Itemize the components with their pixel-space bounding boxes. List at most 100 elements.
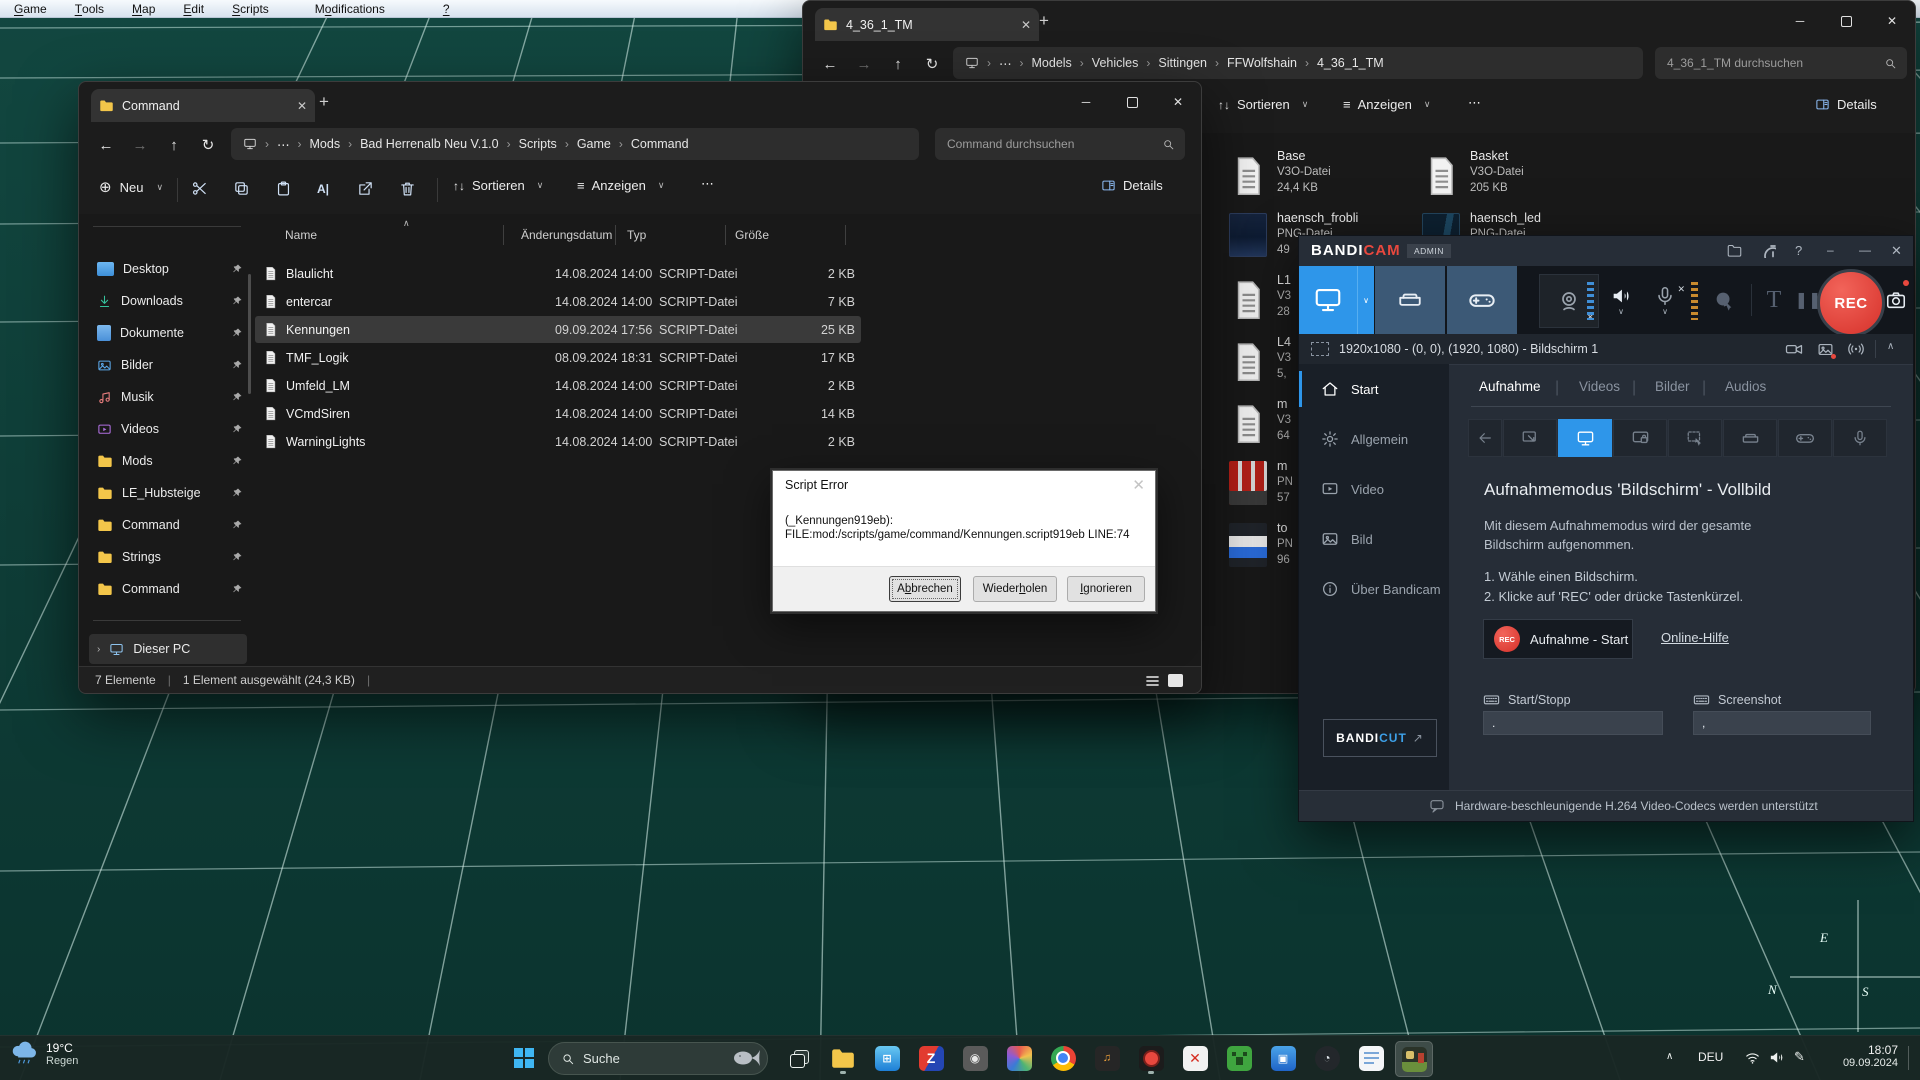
file-row-umfeld-lm[interactable]: Umfeld_LM 14.08.2024 14:00 SCRIPT-Datei … bbox=[255, 372, 861, 399]
sidebar-scrollbar[interactable] bbox=[248, 274, 251, 394]
breadcrumb-ellipsis[interactable]: ⋯ bbox=[277, 137, 290, 152]
menu-map[interactable]: Map bbox=[118, 0, 169, 17]
tab-bilder[interactable]: Bilder bbox=[1655, 379, 1690, 394]
video-capture-icon[interactable] bbox=[1785, 340, 1803, 358]
file-row-vcmdsiren[interactable]: VCmdSiren 14.08.2024 14:00 SCRIPT-Datei … bbox=[255, 400, 861, 427]
menu-scripts[interactable]: Scripts bbox=[218, 0, 283, 17]
search-box[interactable]: Suche bbox=[548, 1042, 768, 1075]
clock-widget[interactable]: 18:07 09.09.2024 bbox=[1824, 1043, 1898, 1069]
pen-icon[interactable]: ✎ bbox=[1794, 1049, 1805, 1065]
sidebar-item-dokumente[interactable]: Dokumente bbox=[89, 318, 247, 348]
sidebar-item-command[interactable]: Command bbox=[89, 510, 247, 540]
nav-bild[interactable]: Bild bbox=[1299, 519, 1449, 559]
delete-icon[interactable] bbox=[399, 180, 416, 197]
more-options-button[interactable]: ⋯ bbox=[701, 176, 714, 192]
rename-icon[interactable]: A| bbox=[317, 182, 329, 196]
mode-region-button[interactable] bbox=[1503, 419, 1557, 457]
close-icon[interactable]: ✕ bbox=[1891, 243, 1902, 259]
text-overlay-button[interactable]: T bbox=[1757, 266, 1791, 334]
mic-dropdown-chevron[interactable]: ∨ bbox=[1662, 307, 1668, 316]
volume-icon[interactable] bbox=[1768, 1049, 1785, 1066]
new-tab-button[interactable]: + bbox=[319, 92, 329, 112]
menu-modifications[interactable]: Modifications bbox=[301, 0, 399, 17]
nav-start[interactable]: Start bbox=[1299, 369, 1449, 409]
minimize-button[interactable]: ─ bbox=[1063, 82, 1109, 122]
nav-allgemein[interactable]: Allgemein bbox=[1299, 419, 1449, 459]
sidebar-item-le-hubsteige[interactable]: LE_Hubsteige bbox=[89, 478, 247, 508]
ignore-button[interactable]: Ignorieren bbox=[1067, 576, 1145, 602]
sidebar-item-dieser-pc[interactable]: › Dieser PC bbox=[89, 634, 247, 664]
zoner-app-button[interactable]: Z bbox=[913, 1041, 949, 1075]
ls22-game-button-active[interactable] bbox=[1395, 1041, 1433, 1077]
mode-window-lock-button[interactable] bbox=[1613, 419, 1667, 457]
cut-icon[interactable] bbox=[191, 180, 208, 197]
sidebar-item-downloads[interactable]: Downloads bbox=[89, 286, 247, 316]
breadcrumb-bad-herrenalb[interactable]: Bad Herrenalb Neu V.1.0 bbox=[360, 137, 499, 151]
tab-audios[interactable]: Audios bbox=[1725, 379, 1766, 394]
new-button[interactable]: ⊕Neu∨ bbox=[99, 178, 163, 196]
tab-videos[interactable]: Videos bbox=[1579, 379, 1620, 394]
open-folder-icon[interactable] bbox=[1727, 243, 1742, 258]
details-view-toggle-icon[interactable] bbox=[1163, 671, 1187, 689]
minecraft-button[interactable] bbox=[1221, 1041, 1257, 1075]
file-row-tmf-logik[interactable]: TMF_Logik 08.09.2024 18:31 SCRIPT-Datei … bbox=[255, 344, 861, 371]
mode-fullscreen-button[interactable] bbox=[1558, 419, 1612, 457]
menu-game[interactable]: Game bbox=[0, 0, 61, 17]
file-row-warninglights[interactable]: WarningLights 14.08.2024 14:00 SCRIPT-Da… bbox=[255, 428, 861, 455]
rec-button[interactable]: REC bbox=[1817, 269, 1885, 337]
breadcrumb-scripts[interactable]: Scripts bbox=[519, 137, 557, 151]
explorer-tab[interactable]: 4_36_1_TM ✕ bbox=[815, 8, 1039, 41]
aufnahme-start-button[interactable]: REC Aufnahme - Start bbox=[1483, 619, 1633, 659]
minimize-icon[interactable]: — bbox=[1859, 243, 1871, 257]
expand-chevron-icon[interactable]: › bbox=[97, 644, 100, 655]
back-button[interactable]: ← bbox=[93, 132, 119, 158]
screen-mode-dropdown-chevron[interactable]: ∨ bbox=[1357, 266, 1374, 334]
breadcrumb-sittingen[interactable]: Sittingen bbox=[1158, 56, 1207, 70]
column-type[interactable]: Typ bbox=[627, 228, 646, 242]
column-size[interactable]: Größe bbox=[735, 228, 769, 242]
audio-app-button[interactable]: ♫ bbox=[1089, 1041, 1125, 1075]
mouse-effects-button[interactable] bbox=[1707, 266, 1741, 334]
text-editor-button[interactable] bbox=[1353, 1041, 1389, 1075]
share-icon[interactable] bbox=[357, 180, 374, 197]
column-name[interactable]: Name bbox=[285, 228, 317, 242]
retry-button[interactable]: Wiederholen bbox=[973, 576, 1057, 602]
device-recording-mode-button[interactable] bbox=[1375, 266, 1445, 334]
sidebar-item-videos[interactable]: Videos bbox=[89, 414, 247, 444]
menu-edit[interactable]: Edit bbox=[169, 0, 218, 17]
microsoft-store-button[interactable]: ⊞ bbox=[869, 1041, 905, 1075]
forward-button[interactable]: → bbox=[851, 51, 877, 77]
image-capture-icon[interactable] bbox=[1817, 341, 1834, 358]
paint-button[interactable] bbox=[1001, 1041, 1037, 1075]
mode-fixed-region-button[interactable] bbox=[1668, 419, 1722, 457]
microphone-button[interactable]: ∨ ✕ bbox=[1647, 266, 1683, 334]
breadcrumb[interactable]: ›⋯ ›Mods ›Bad Herrenalb Neu V.1.0 ›Scrip… bbox=[231, 128, 919, 160]
nav-ueber-bandicam[interactable]: Über Bandicam bbox=[1299, 569, 1449, 609]
file-tile[interactable]: BasketV3O-Datei205 KB bbox=[1422, 149, 1608, 207]
screen-recording-mode-button[interactable] bbox=[1299, 266, 1357, 334]
screenshot-button[interactable] bbox=[1881, 266, 1911, 334]
details-pane-button[interactable]: Details bbox=[1101, 178, 1163, 193]
hotkey-start-stop-input[interactable]: . bbox=[1483, 711, 1663, 735]
breadcrumb-command[interactable]: Command bbox=[631, 137, 689, 151]
view-button[interactable]: ≡Anzeigen∨ bbox=[577, 178, 664, 193]
speaker-button[interactable]: ∨ bbox=[1603, 266, 1639, 334]
minimize-button[interactable]: ─ bbox=[1777, 1, 1823, 41]
copy-icon[interactable] bbox=[233, 180, 250, 197]
speaker-dropdown-chevron[interactable]: ∨ bbox=[1618, 307, 1624, 316]
file-row-entercar[interactable]: entercar 14.08.2024 14:00 SCRIPT-Datei 7… bbox=[255, 288, 861, 315]
bandicam-taskbar-button[interactable] bbox=[1133, 1041, 1169, 1075]
timer-icon[interactable] bbox=[1761, 243, 1776, 258]
weather-widget[interactable]: 19°C Regen bbox=[10, 1040, 78, 1068]
new-tab-button[interactable]: + bbox=[1039, 11, 1049, 31]
file-tile[interactable]: BaseV3O-Datei24,4 KB bbox=[1229, 149, 1415, 207]
input-language-indicator[interactable]: DEU bbox=[1698, 1050, 1723, 1064]
chrome-button[interactable] bbox=[1045, 1041, 1081, 1075]
mode-audio-button[interactable] bbox=[1833, 419, 1887, 457]
back-button[interactable]: ← bbox=[817, 51, 843, 77]
more-options-button[interactable]: ⋯ bbox=[1468, 95, 1481, 111]
sidebar-item-mods[interactable]: Mods bbox=[89, 446, 247, 476]
task-view-button[interactable] bbox=[781, 1041, 817, 1075]
breadcrumb-ffwolfshain[interactable]: FFWolfshain bbox=[1227, 56, 1297, 70]
mode-back-button[interactable] bbox=[1468, 419, 1502, 457]
